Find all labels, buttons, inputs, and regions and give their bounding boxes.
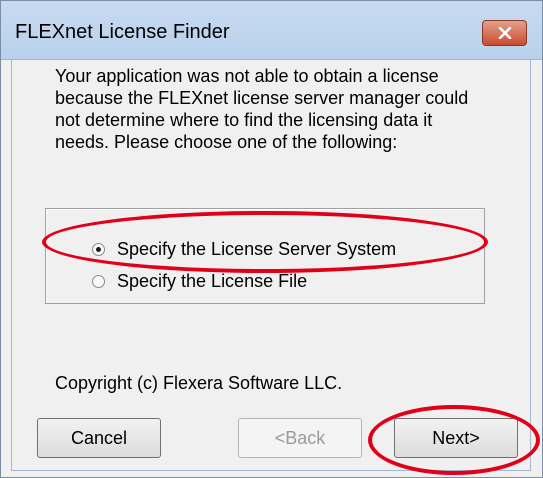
- window-title: FLEXnet License Finder: [15, 21, 230, 43]
- close-icon: [498, 27, 512, 39]
- license-option-group: Specify the License Server System Specif…: [45, 208, 485, 304]
- radio-license-file[interactable]: [92, 275, 105, 288]
- title-bar: FLEXnet License Finder: [1, 1, 542, 60]
- option-label-license-file: Specify the License File: [117, 271, 308, 291]
- radio-license-server-system[interactable]: [92, 243, 105, 256]
- option-license-file[interactable]: Specify the License File: [92, 271, 307, 292]
- next-button[interactable]: Next>: [394, 418, 518, 458]
- back-button[interactable]: <Back: [238, 418, 362, 458]
- copyright-text: Copyright (c) Flexera Software LLC.: [55, 373, 343, 393]
- option-license-server-system[interactable]: Specify the License Server System: [92, 239, 396, 260]
- dialog-message: Your application was not able to obtain …: [55, 66, 469, 152]
- option-label-license-server-system: Specify the License Server System: [117, 239, 397, 259]
- license-finder-window: FLEXnet License Finder Your application …: [0, 0, 543, 478]
- close-button[interactable]: [482, 20, 527, 46]
- cancel-button[interactable]: Cancel: [37, 418, 161, 458]
